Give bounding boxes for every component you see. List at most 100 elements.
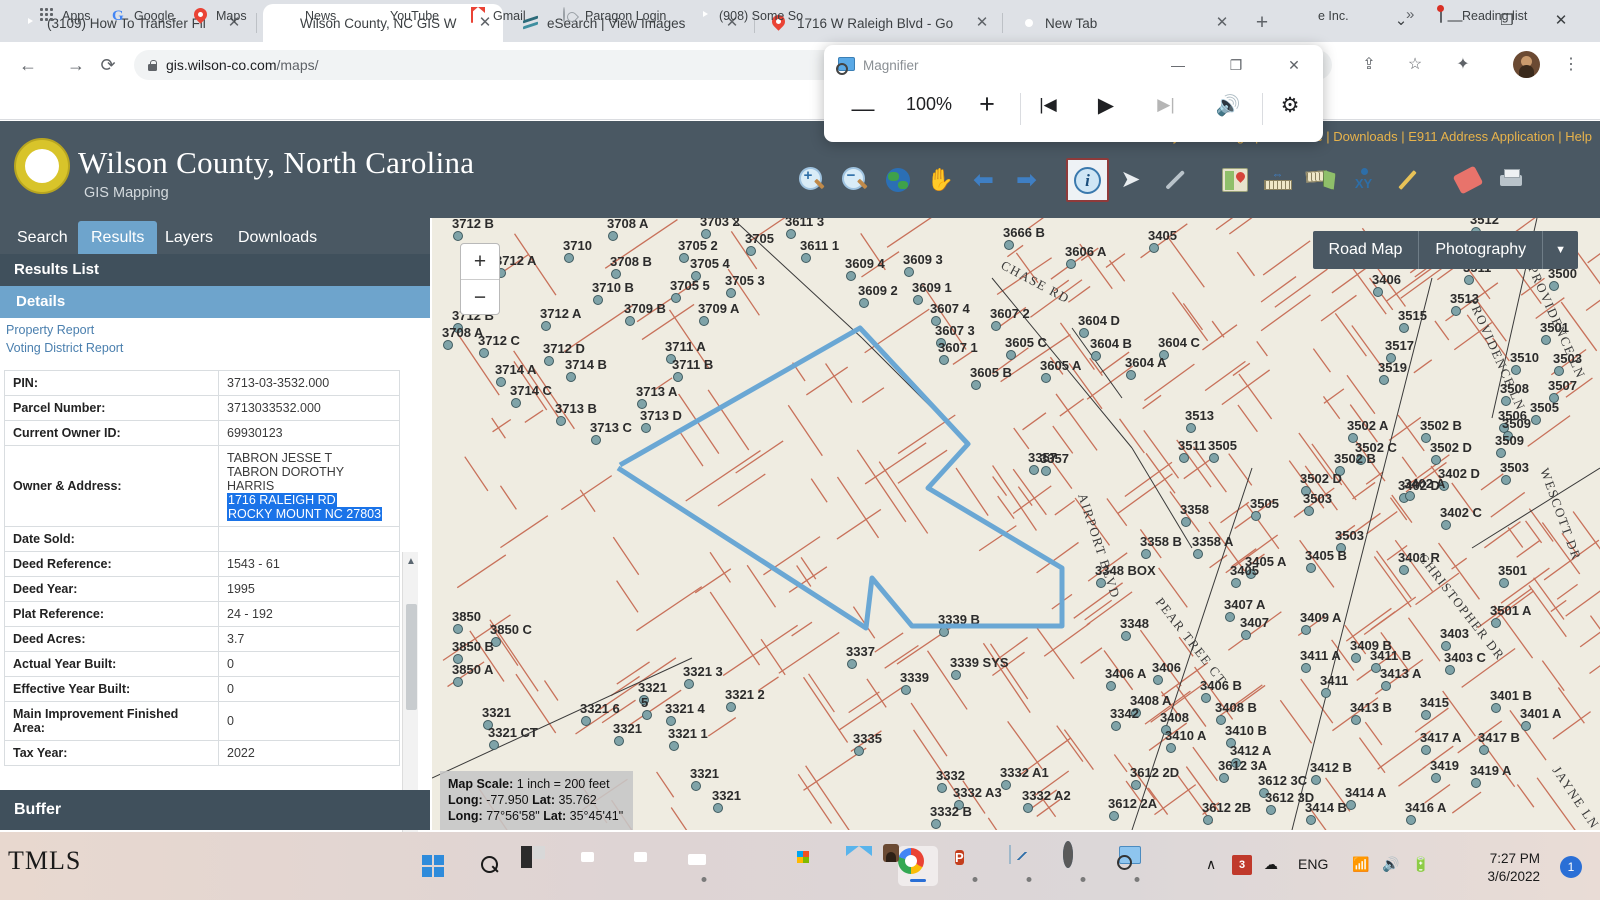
widgets-button[interactable]	[521, 846, 561, 886]
window-close-button[interactable]: ✕	[1538, 0, 1584, 42]
zoom-full-extent-tool[interactable]	[876, 158, 919, 202]
svg-text:3607 1: 3607 1	[938, 340, 978, 355]
draw-tool[interactable]	[1385, 158, 1428, 202]
tab-search[interactable]: Search	[4, 221, 81, 254]
magnifier-maximize-button[interactable]: ❐	[1207, 45, 1265, 85]
owner-address-value[interactable]: TABRON JESSE T TABRON DOROTHY HARRIS 171…	[218, 445, 400, 527]
measure-area-tool[interactable]	[1299, 158, 1342, 202]
row-key: Date Sold:	[4, 526, 219, 552]
battery-icon[interactable]: 🔋	[1412, 856, 1429, 873]
bookmark-youtube[interactable]: YouTube	[368, 6, 439, 26]
magnifier-views-icon[interactable]: 🔊	[1210, 93, 1246, 118]
gear-icon[interactable]: ⚙	[1272, 93, 1308, 118]
mail-button[interactable]	[846, 846, 886, 886]
tray-overflow-button[interactable]: ∧	[1206, 856, 1216, 873]
map-zoom-control[interactable]: + −	[460, 243, 500, 315]
erase-tool[interactable]	[1446, 158, 1489, 202]
reload-button[interactable]: ⟳	[94, 51, 122, 79]
basemap-road-map-button[interactable]: Road Map	[1313, 231, 1419, 269]
edge-button[interactable]	[738, 846, 778, 886]
teams-chat-button[interactable]	[629, 846, 669, 886]
tab-search-button[interactable]: ⌄	[1378, 0, 1424, 42]
print-tool[interactable]	[1489, 158, 1532, 202]
browser-tab-4[interactable]: New Tab ✕	[1008, 4, 1240, 42]
magnifier-button[interactable]	[1117, 846, 1157, 886]
basemap-switcher[interactable]: Road Map Photography ▼	[1312, 231, 1578, 269]
search-taskbar-button[interactable]	[469, 846, 509, 886]
settings-button[interactable]	[1063, 841, 1103, 886]
language-indicator[interactable]: ENG	[1298, 856, 1328, 872]
magnifier-zoom-in-button[interactable]: +	[972, 89, 1002, 120]
identify-tool[interactable]: i	[1066, 158, 1109, 202]
previous-extent-tool[interactable]: ⬅	[962, 158, 1005, 202]
ime-badge[interactable]: 3	[1232, 855, 1252, 875]
magnifier-titlebar[interactable]: Magnifier — ❐ ✕	[824, 45, 1323, 85]
avatar[interactable]	[1513, 51, 1540, 78]
bookmark-star-icon[interactable]: ☆	[1402, 52, 1428, 78]
tab-downloads[interactable]: Downloads	[225, 221, 330, 254]
bookmark-some-so[interactable]: (908) Some So	[697, 6, 803, 26]
chrome-menu-icon[interactable]: ⋮	[1558, 52, 1584, 78]
next-extent-tool[interactable]: ➡	[1005, 158, 1048, 202]
magnifier-previous-button[interactable]: |◀	[1030, 95, 1066, 115]
select-tool[interactable]: ➤	[1109, 158, 1152, 202]
microsoft-store-button[interactable]	[792, 846, 832, 886]
cloud-icon[interactable]: ☁	[1264, 856, 1278, 873]
clear-selection-tool[interactable]	[1152, 158, 1195, 202]
map-zoom-in-button[interactable]: +	[461, 244, 499, 279]
measure-distance-tool[interactable]: ⇔	[1256, 158, 1299, 202]
zoom-in-tool[interactable]: +	[790, 158, 833, 202]
google-maps-tool[interactable]	[1213, 158, 1256, 202]
svg-text:3405: 3405	[1148, 228, 1177, 243]
wifi-icon[interactable]: 📶	[1352, 856, 1369, 873]
reading-list-button[interactable]: Reading list	[1440, 6, 1527, 26]
magnifier-play-button[interactable]: ▶	[1088, 93, 1124, 118]
property-report-link[interactable]: Property Report	[6, 322, 123, 340]
back-button[interactable]: ←	[14, 51, 42, 79]
zoom-out-tool[interactable]: −	[833, 158, 876, 202]
volume-icon[interactable]: 🔊	[1382, 856, 1399, 873]
magnifier-close-button[interactable]: ✕	[1265, 45, 1323, 85]
start-button[interactable]	[413, 846, 453, 886]
tab-results[interactable]: Results	[78, 221, 158, 254]
magnifier-next-button[interactable]: ▶|	[1148, 95, 1184, 115]
chrome-button[interactable]	[883, 844, 938, 886]
chevron-down-icon[interactable]: ▼	[1543, 231, 1578, 269]
xy-coordinate-tool[interactable]: XY	[1342, 158, 1385, 202]
pan-tool[interactable]: ✋	[919, 158, 962, 202]
basemap-photography-button[interactable]: Photography	[1419, 231, 1542, 269]
svg-text:3712 B: 3712 B	[452, 218, 494, 231]
share-icon[interactable]: ⇪	[1356, 52, 1382, 78]
bookmark-gmail[interactable]: Gmail	[471, 6, 526, 26]
svg-text:3503: 3503	[1335, 528, 1364, 543]
forward-button[interactable]: →	[62, 51, 90, 79]
bookmark-google[interactable]: G Google	[112, 6, 174, 26]
row-key: Effective Year Built:	[4, 676, 219, 702]
bookmarks-overflow-button[interactable]: »	[1406, 6, 1414, 23]
scrollbar-thumb[interactable]	[406, 604, 417, 710]
magnifier-zoom-out-button[interactable]: —	[848, 95, 878, 122]
powerpoint-button[interactable]: P	[955, 846, 995, 886]
buffer-header[interactable]: Buffer	[0, 790, 430, 830]
bookmark-e-inc[interactable]: e Inc.	[1318, 6, 1349, 26]
bookmark-apps[interactable]: Apps	[40, 6, 91, 26]
task-view-button[interactable]	[576, 846, 616, 886]
chart-app-button[interactable]	[1009, 845, 1049, 886]
tab-layers[interactable]: Layers	[152, 221, 226, 254]
bookmark-maps[interactable]: Maps	[194, 6, 247, 26]
tab-close-button[interactable]: ✕	[974, 15, 990, 31]
map-zoom-out-button[interactable]: −	[461, 280, 499, 315]
voting-district-report-link[interactable]: Voting District Report	[6, 340, 123, 358]
notification-badge[interactable]: 1	[1560, 856, 1582, 878]
file-explorer-button[interactable]	[684, 846, 724, 886]
magnifier-minimize-button[interactable]: —	[1149, 45, 1207, 85]
tab-close-button[interactable]: ✕	[1214, 15, 1230, 31]
taskbar-clock[interactable]: 7:27 PM 3/6/2022	[1487, 850, 1540, 886]
bookmark-news[interactable]: News	[283, 6, 336, 26]
map-canvas[interactable]: 3712 B 3708 A 3703 2 3611 3 3512 3710 3705 2 37…	[432, 218, 1600, 830]
scroll-up-icon[interactable]: ▲	[404, 555, 418, 569]
extensions-icon[interactable]: ✦	[1450, 52, 1476, 78]
magnifier-window[interactable]: Magnifier — ❐ ✕ — 100% + |◀ ▶ ▶| 🔊 ⚙	[824, 45, 1323, 142]
new-tab-button[interactable]: +	[1248, 9, 1276, 37]
bookmark-paragon-login[interactable]: Paragon Login	[563, 6, 666, 26]
